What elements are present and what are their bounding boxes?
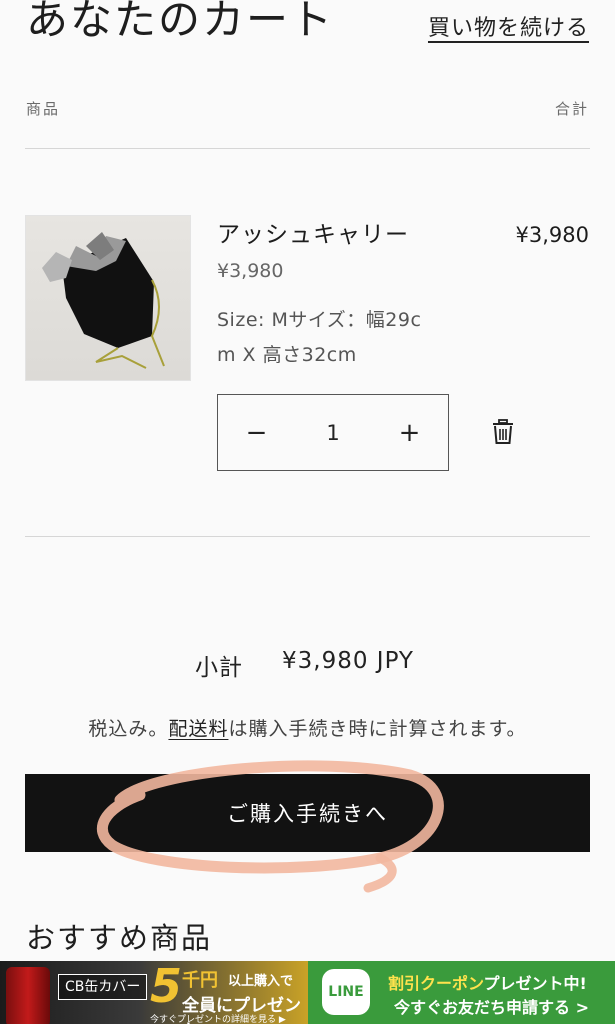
product-variant: Size: Mサイズ：幅29c m X 高さ32cm	[217, 303, 457, 373]
column-header-total: 合計	[554, 100, 589, 118]
tax-note: 税込み。配送料は購入手続き時に計算されます。	[0, 714, 615, 741]
promo-banner-cb-cover[interactable]: CB缶カバー 5 千円 以上購入で 全員にプレゼント 今すぐプレゼントの詳細を見…	[0, 961, 308, 1024]
column-header-product: 商品	[26, 100, 61, 118]
line-total: ¥3,980	[515, 223, 589, 247]
promo-yen: 千円	[182, 970, 218, 991]
continue-shopping-link[interactable]: 買い物を続ける	[428, 10, 589, 42]
trash-icon	[493, 419, 513, 444]
decrease-quantity-button[interactable]: −	[218, 396, 295, 470]
product-name[interactable]: アッシュキャリー	[217, 215, 409, 249]
page-title: あなたのカート	[26, 0, 335, 44]
promo-line1: 以上購入で	[228, 974, 294, 989]
line-friend-cta: 今すぐお友だち申請する >	[394, 998, 589, 1017]
tax-prefix: 税込み。	[88, 718, 169, 740]
promo-detail-link: 今すぐプレゼントの詳細を見る ▶	[150, 1015, 286, 1024]
highlight-circle	[96, 760, 444, 893]
quantity-stepper: − 1 +	[217, 394, 449, 471]
promo-five: 5	[150, 961, 183, 1013]
header-divider	[25, 148, 590, 149]
shipping-link[interactable]: 配送料	[168, 718, 228, 740]
quantity-input[interactable]: 1	[326, 421, 339, 445]
coupon-highlight: 割引クーポン	[388, 974, 484, 993]
cb-cover-label: CB缶カバー	[58, 974, 148, 1000]
product-image[interactable]	[25, 215, 191, 381]
coupon-rest: プレゼント中!	[483, 974, 587, 993]
unit-price: ¥3,980	[217, 260, 284, 282]
tax-suffix: は購入手続き時に計算されます。	[228, 718, 527, 740]
gas-can-icon	[6, 967, 50, 1024]
variant-line-1: Size: Mサイズ：幅29c	[217, 309, 422, 331]
recommendations-title: おすすめ商品	[26, 921, 213, 955]
subtotal-value: ¥3,980 JPY	[282, 648, 414, 674]
subtotal-label: 小計	[195, 655, 243, 681]
remove-item-button[interactable]	[490, 418, 516, 446]
line-logo-icon: LINE	[322, 969, 370, 1015]
checkout-button[interactable]: ご購入手続きへ	[25, 774, 590, 852]
variant-line-2: m X 高さ32cm	[217, 344, 357, 366]
promo-banner-line[interactable]: LINE 割引クーポンプレゼント中! 今すぐお友だち申請する >	[308, 961, 615, 1024]
increase-quantity-button[interactable]: +	[371, 396, 448, 470]
product-bag-icon	[42, 232, 165, 369]
promo-banner: CB缶カバー 5 千円 以上購入で 全員にプレゼント 今すぐプレゼントの詳細を見…	[0, 961, 615, 1024]
cart-header: あなたのカート 買い物を続ける	[0, 0, 615, 60]
line-coupon-text: 割引クーポンプレゼント中!	[388, 970, 587, 994]
item-divider	[25, 536, 590, 537]
